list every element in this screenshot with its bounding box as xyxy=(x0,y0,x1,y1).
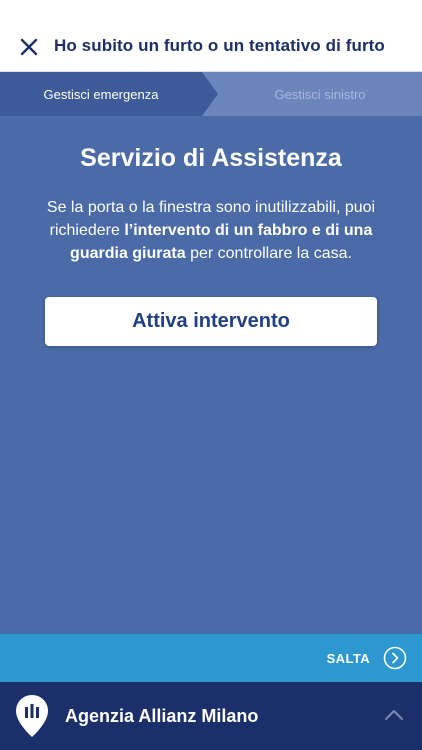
page-title: Ho subito un furto o un tentativo di fur… xyxy=(54,36,385,55)
description-text-end: per controllare la casa. xyxy=(185,245,352,262)
agency-footer[interactable]: Agenzia Allianz Milano xyxy=(0,682,422,750)
skip-bar: SALTA xyxy=(0,634,422,682)
header-bar: Ho subito un furto o un tentativo di fur… xyxy=(0,0,422,72)
location-pin-icon xyxy=(16,695,48,737)
close-icon xyxy=(20,38,38,56)
step-arrow-divider xyxy=(202,72,218,116)
chevron-up-icon[interactable] xyxy=(384,708,404,722)
skip-label[interactable]: SALTA xyxy=(327,651,370,666)
main-content: Servizio di Assistenza Se la porta o la … xyxy=(0,116,422,634)
step-indicator: Gestisci emergenza Gestisci sinistro xyxy=(0,72,422,116)
section-title: Servizio di Assistenza xyxy=(80,144,342,172)
section-description: Se la porta o la finestra sono inutilizz… xyxy=(30,196,392,265)
step-gestisci-sinistro[interactable]: Gestisci sinistro xyxy=(218,72,422,116)
agency-name: Agenzia Allianz Milano xyxy=(65,706,259,726)
step-gestisci-emergenza[interactable]: Gestisci emergenza xyxy=(0,72,202,116)
attiva-intervento-button[interactable]: Attiva intervento xyxy=(45,297,377,346)
close-button[interactable] xyxy=(16,34,42,60)
chevron-right-circle-icon[interactable] xyxy=(383,646,407,670)
